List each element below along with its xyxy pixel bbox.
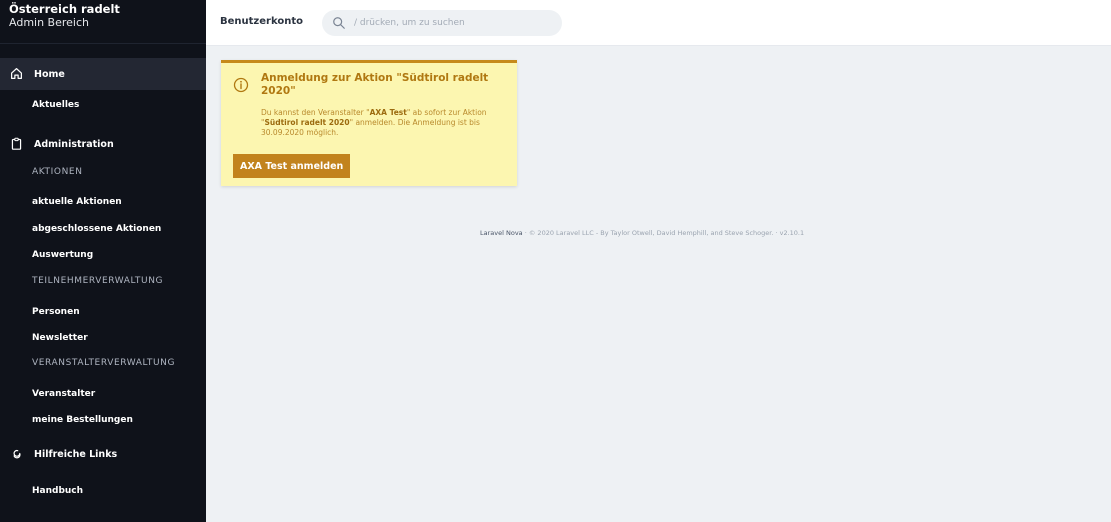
section-heading-veranstalterverwaltung: VERANSTALTERVERWALTUNG <box>32 358 176 368</box>
brand[interactable]: Österreich radelt Admin Bereich <box>0 0 206 44</box>
top-bar: Benutzerkonto <box>206 0 1111 46</box>
sidebar-item-hilfreiche-links[interactable]: Hilfreiche Links <box>0 438 206 470</box>
sidebar-item-aktuelles[interactable]: Aktuelles <box>32 99 79 111</box>
link-icon <box>10 447 24 461</box>
footer-brand-link[interactable]: Laravel Nova <box>480 229 523 237</box>
sidebar-item-meine-bestellungen[interactable]: meine Bestellungen <box>32 414 133 426</box>
sidebar-item-handbuch[interactable]: Handbuch <box>32 485 83 497</box>
section-heading-aktionen: AKTIONEN <box>32 167 83 177</box>
search-input[interactable] <box>352 17 546 29</box>
alert-message: Du kannst den Veranstalter "AXA Test" ab… <box>261 108 506 138</box>
account-menu[interactable]: Benutzerkonto <box>220 16 303 27</box>
clipboard-icon <box>10 137 24 151</box>
section-heading-teilnehmerverwaltung: TEILNEHMERVERWALTUNG <box>32 276 164 286</box>
sidebar-item-administration[interactable]: Administration <box>0 128 206 160</box>
footer-text: · © 2020 Laravel LLC - By Taylor Otwell,… <box>524 229 805 237</box>
enroll-button[interactable]: AXA Test anmelden <box>233 154 351 178</box>
sidebar-item-label: Administration <box>34 138 114 150</box>
alert-action-name: Südtirol radelt 2020 <box>264 118 350 127</box>
app-title: Österreich radelt <box>9 2 120 16</box>
sidebar-item-label: Home <box>34 68 65 80</box>
sidebar-item-personen[interactable]: Personen <box>32 306 80 318</box>
alert-text: Du kannst den Veranstalter " <box>261 108 370 117</box>
sidebar-item-abgeschlossene-aktionen[interactable]: abgeschlossene Aktionen <box>32 223 161 235</box>
app-subtitle: Admin Bereich <box>9 16 89 29</box>
sidebar-item-label: Hilfreiche Links <box>34 448 118 460</box>
enrollment-alert-card: Anmeldung zur Aktion "Südtirol radelt 20… <box>221 60 517 186</box>
sidebar: Österreich radelt Admin Bereich Home Akt… <box>0 0 206 522</box>
search-icon <box>332 16 346 30</box>
home-icon <box>10 67 24 81</box>
global-search[interactable] <box>322 10 562 36</box>
info-icon <box>233 77 249 93</box>
alert-title: Anmeldung zur Aktion "Südtirol radelt 20… <box>261 72 489 97</box>
sidebar-item-home[interactable]: Home <box>0 58 206 90</box>
sidebar-item-aktuelle-aktionen[interactable]: aktuelle Aktionen <box>32 196 122 208</box>
sidebar-item-auswertung[interactable]: Auswertung <box>32 249 93 261</box>
footer: Laravel Nova · © 2020 Laravel LLC - By T… <box>480 229 804 237</box>
sidebar-item-veranstalter[interactable]: Veranstalter <box>32 388 95 400</box>
alert-org-name: AXA Test <box>369 108 407 117</box>
sidebar-item-newsletter[interactable]: Newsletter <box>32 332 88 344</box>
